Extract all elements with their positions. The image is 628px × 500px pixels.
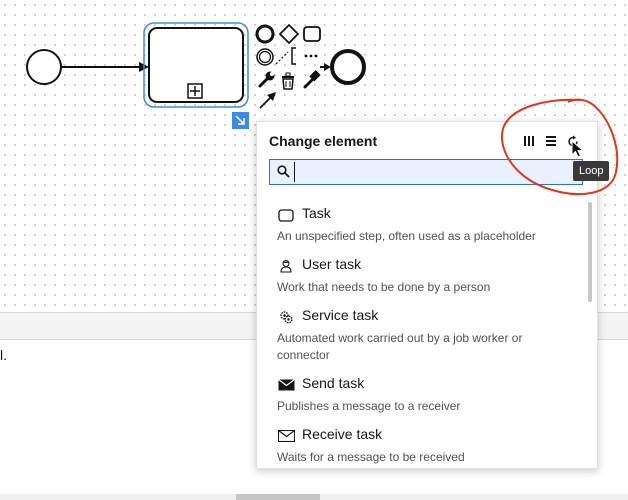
item-label: Send task	[302, 375, 365, 391]
mouse-pointer-icon	[571, 140, 585, 158]
list-scrollbar-thumb[interactable]	[588, 202, 592, 302]
item-label: Receive task	[302, 426, 383, 442]
append-task-icon[interactable]	[303, 26, 321, 42]
end-event[interactable]	[330, 49, 366, 85]
list-item-task[interactable]: Task An unspecified step, often used as …	[257, 198, 587, 249]
delete-icon[interactable]	[282, 72, 294, 90]
item-description: Waits for a message to be received	[277, 450, 465, 464]
popup-title: Change element	[269, 133, 378, 149]
sequential-multi-instance-button[interactable]	[543, 133, 559, 149]
color-brush-icon[interactable]	[303, 70, 321, 89]
item-description: Work that needs to be done by a person	[277, 280, 491, 294]
item-label: Task	[302, 205, 331, 221]
change-element-popup: Change element Task An unspecified step,…	[256, 121, 598, 469]
list-item-service-task[interactable]: Service task Automated work carried out …	[257, 300, 587, 368]
item-label: User task	[302, 256, 362, 272]
scrollbar-thumb[interactable]	[236, 494, 320, 500]
loop-tooltip: Loop	[573, 161, 610, 181]
list-scrollbar[interactable]	[587, 202, 593, 422]
receive-task-icon	[277, 428, 295, 444]
user-task-icon	[277, 258, 295, 274]
sequential-multi-instance-icon	[546, 136, 556, 146]
properties-text: l.	[0, 347, 7, 363]
append-gateway-icon[interactable]	[278, 23, 300, 45]
append-end-event-icon[interactable]	[255, 24, 275, 44]
search-field[interactable]	[269, 159, 583, 185]
list-item-send-task[interactable]: Send task Publishes a message to a recei…	[257, 368, 587, 419]
item-description: Automated work carried out by a job work…	[277, 331, 523, 362]
item-description: Publishes a message to a receiver	[277, 399, 461, 413]
task-icon	[277, 207, 295, 223]
parallel-multi-instance-button[interactable]	[521, 133, 537, 149]
search-input[interactable]	[294, 162, 577, 182]
service-task-icon	[277, 309, 295, 325]
search-icon	[277, 165, 290, 178]
start-event[interactable]	[26, 49, 62, 85]
send-task-icon	[277, 377, 295, 393]
item-label: Service task	[302, 307, 379, 323]
horizontal-scrollbar[interactable]	[0, 494, 628, 500]
list-item-receive-task[interactable]: Receive task Waits for a message to be r…	[257, 419, 587, 468]
wrench-icon[interactable]	[258, 71, 275, 88]
connect-arrow-icon[interactable]	[259, 92, 276, 109]
item-description: An unspecified step, often used as a pla…	[277, 229, 536, 243]
text-annotation-icon[interactable]	[275, 47, 318, 65]
list-item-user-task[interactable]: User task Work that needs to be done by …	[257, 249, 587, 300]
append-intermediate-event-icon[interactable]	[256, 48, 274, 66]
parallel-multi-instance-icon	[524, 136, 534, 146]
element-list: Task An unspecified step, often used as …	[257, 198, 587, 468]
